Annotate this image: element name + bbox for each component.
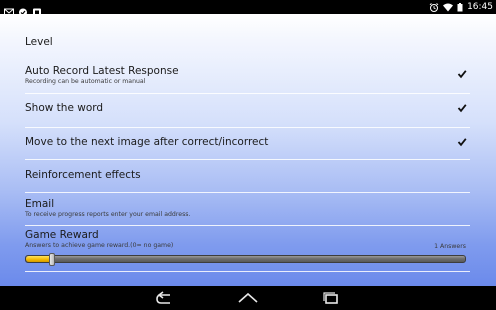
divider (25, 127, 470, 128)
game-reward-value: 1 Answers (434, 243, 466, 250)
download-done-icon (18, 2, 28, 17)
divider (25, 159, 470, 160)
gmail-icon (4, 2, 14, 17)
recents-icon[interactable] (320, 291, 342, 305)
alarm-icon (429, 2, 439, 12)
battery-icon (457, 2, 463, 12)
settings-item-reinforcement[interactable]: Reinforcement effects (25, 169, 466, 182)
next-image-title: Move to the next image after correct/inc… (25, 136, 269, 148)
game-reward-summary: Answers to achieve game reward.(0= no ga… (25, 242, 174, 249)
app-icon (32, 2, 42, 17)
divider (25, 192, 470, 193)
auto-record-summary: Recording can be automatic or manual (25, 78, 146, 85)
system-icons: 16:45 (429, 1, 493, 13)
game-reward-slider[interactable] (25, 253, 466, 266)
level-title: Level (25, 36, 53, 48)
settings-item-next-image[interactable]: Move to the next image after correct/inc… (25, 136, 466, 149)
settings-item-game-reward: Game Reward Answers to achieve game rewa… (25, 229, 466, 250)
reinforcement-title: Reinforcement effects (25, 169, 141, 181)
clock: 16:45 (467, 2, 493, 12)
settings-item-email[interactable]: Email To receive progress reports enter … (25, 198, 466, 219)
game-reward-title: Game Reward (25, 229, 99, 241)
show-word-title: Show the word (25, 102, 104, 114)
settings-item-show-word[interactable]: Show the word (25, 102, 466, 115)
notification-icons (4, 2, 42, 17)
email-title: Email (25, 198, 55, 210)
status-bar: 16:45 (0, 0, 496, 17)
divider (25, 225, 470, 226)
next-image-checkbox[interactable] (457, 137, 467, 147)
settings-item-auto-record[interactable]: Auto Record Latest Response Recording ca… (25, 65, 466, 86)
settings-item-level[interactable]: Level (25, 36, 466, 49)
home-icon[interactable] (237, 291, 259, 305)
auto-record-checkbox[interactable] (457, 69, 467, 79)
wifi-icon (443, 3, 454, 12)
settings-list: Level Auto Record Latest Response Record… (0, 14, 496, 286)
auto-record-title: Auto Record Latest Response (25, 65, 179, 77)
show-word-checkbox[interactable] (457, 103, 467, 113)
email-summary: To receive progress reports enter your e… (25, 211, 191, 218)
navigation-bar (0, 286, 496, 310)
divider (25, 271, 470, 272)
slider-thumb[interactable] (49, 253, 55, 266)
divider (25, 93, 470, 94)
back-icon[interactable] (154, 291, 176, 305)
